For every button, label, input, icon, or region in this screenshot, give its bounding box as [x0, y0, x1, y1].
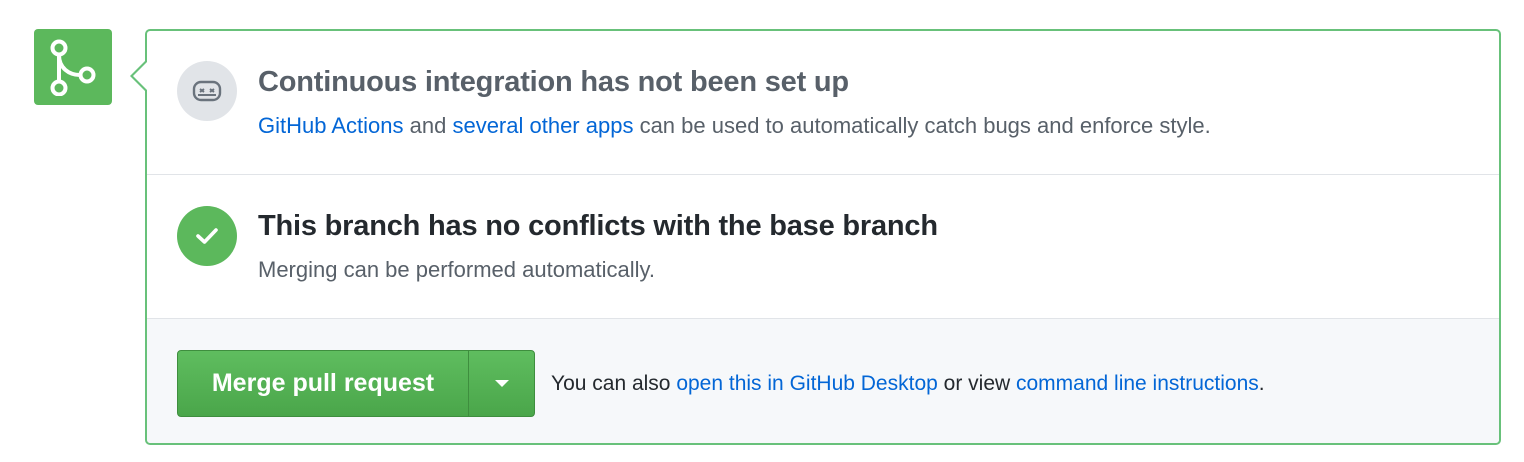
conflicts-section: This branch has no conflicts with the ba… [147, 175, 1499, 319]
merge-status-panel: Continuous integration has not been set … [130, 29, 1501, 445]
triangle-down-icon [494, 380, 509, 387]
conflicts-title: This branch has no conflicts with the ba… [258, 210, 938, 242]
conflict-status-badge [177, 206, 237, 266]
robot-icon [192, 80, 222, 102]
merge-pull-request-button[interactable]: Merge pull request [178, 351, 469, 416]
command-line-instructions-link[interactable]: command line instructions [1016, 372, 1259, 395]
conflicts-description: Merging can be performed automatically. [258, 257, 656, 282]
other-apps-link[interactable]: several other apps [452, 113, 633, 138]
merge-button-group: Merge pull request [177, 350, 535, 417]
git-merge-icon [50, 39, 96, 96]
open-github-desktop-link[interactable]: open this in GitHub Desktop [676, 372, 937, 395]
ci-status-badge [177, 61, 237, 121]
ci-description: GitHub Actions and several other apps ca… [258, 113, 1211, 138]
merge-alternatives-note: You can also open this in GitHub Desktop… [551, 372, 1265, 395]
ci-title: Continuous integration has not been set … [258, 66, 849, 98]
git-merge-badge [34, 29, 112, 105]
ci-status-section: Continuous integration has not been set … [147, 31, 1499, 175]
github-actions-link[interactable]: GitHub Actions [258, 113, 404, 138]
merge-action-section: Merge pull request You can also open thi… [147, 319, 1499, 443]
check-icon [196, 228, 218, 244]
merge-method-dropdown-button[interactable] [469, 351, 534, 416]
